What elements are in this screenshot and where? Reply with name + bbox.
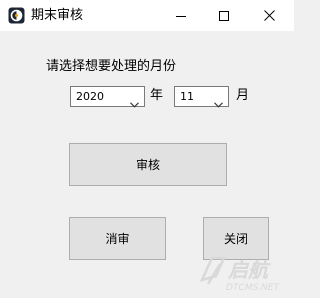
watermark-site: DTCMS.NET — [226, 283, 280, 293]
minimize-button[interactable] — [160, 0, 202, 31]
chevron-down-icon — [130, 93, 139, 112]
chevron-down-icon — [214, 93, 223, 112]
close-window-button[interactable] — [248, 0, 290, 31]
maximize-icon — [219, 10, 229, 21]
year-select-value: 2020 — [76, 90, 104, 103]
year-select[interactable]: 2020 — [70, 86, 145, 108]
month-prompt-label: 请选择想要处理的月份 — [46, 59, 177, 74]
watermark-logo: 启航 DTCMS.NET — [198, 250, 288, 294]
title-bar[interactable]: 期末审核 — [0, 0, 294, 31]
audit-window: 期末审核 请选择想要处理的月份 2020 年 11 月 审核 消审 关闭 启航 … — [0, 0, 294, 298]
month-select[interactable]: 11 — [174, 86, 229, 108]
watermark-brand: 启航 — [227, 258, 271, 282]
close-icon — [263, 10, 275, 21]
year-unit-label: 年 — [150, 88, 164, 103]
cancel-audit-button[interactable]: 消审 — [69, 217, 166, 260]
month-unit-label: 月 — [236, 88, 250, 103]
window-title: 期末审核 — [31, 8, 84, 23]
month-select-value: 11 — [180, 90, 194, 103]
app-icon — [8, 7, 25, 24]
maximize-button[interactable] — [203, 0, 245, 31]
minimize-icon — [176, 11, 186, 21]
audit-button[interactable]: 审核 — [69, 143, 227, 186]
